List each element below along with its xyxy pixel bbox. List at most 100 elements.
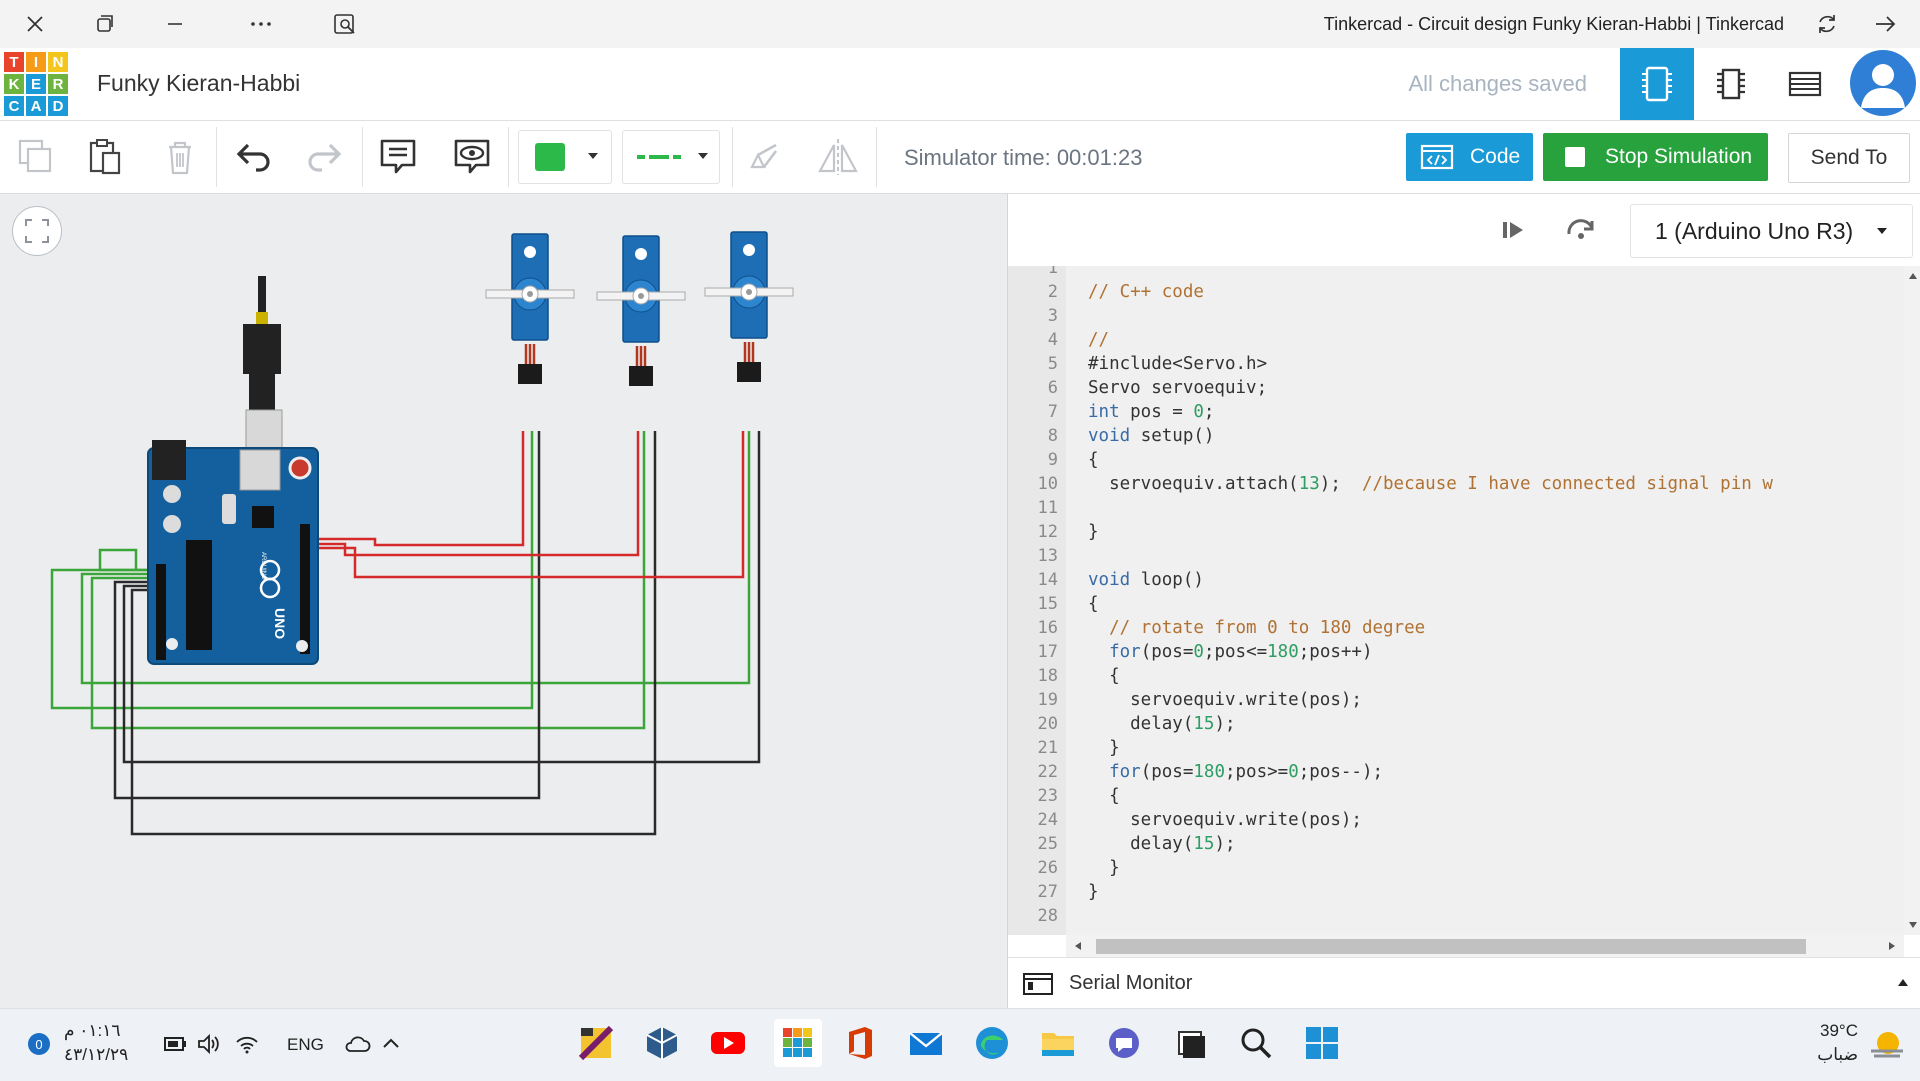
weather-condition[interactable]: ضباب [1817,1045,1858,1065]
file-explorer-icon[interactable] [1038,1023,1078,1063]
volume-icon[interactable] [196,1033,222,1060]
code-line[interactable]: { [1088,666,1120,686]
mail-icon[interactable] [906,1023,946,1063]
close-icon[interactable] [20,10,50,38]
tinkercad-taskbar-icon[interactable] [774,1019,822,1067]
chevron-up-icon[interactable] [1897,978,1909,987]
task-view-icon[interactable] [1170,1023,1210,1063]
wire-style-dropdown[interactable] [622,130,720,184]
delete-button[interactable] [158,135,202,179]
code-line[interactable]: { [1088,594,1099,614]
color-picker-dropdown[interactable] [518,130,612,184]
search-icon[interactable] [1236,1023,1276,1063]
device-select[interactable]: 1 (Arduino Uno R3) [1630,204,1913,258]
code-line[interactable]: servoequiv.write(pos); [1088,690,1362,710]
horizontal-scroll-thumb[interactable] [1096,939,1806,954]
copy-button[interactable] [14,135,58,179]
code-line[interactable]: void setup() [1088,426,1214,446]
circuit-view-button[interactable] [1620,48,1694,120]
clock-time[interactable]: ٠١:١٦ م [64,1021,121,1041]
scroll-up-icon[interactable] [1908,272,1918,280]
edge-icon[interactable] [972,1023,1012,1063]
office-icon[interactable] [840,1023,880,1063]
more-options-icon[interactable] [246,10,276,38]
code-editor[interactable]: 1 2 3 4 5 6 7 8 9 10 11 12 13 14 15 16 17 18 19 20 21 22 23 24 2… [1008,266,1904,935]
code-line[interactable]: for(pos=180;pos>=0;pos--); [1088,762,1383,782]
code-line[interactable]: } [1088,738,1120,758]
virtualbox-icon[interactable] [642,1023,682,1063]
arduino-uno-board[interactable]: UNO ARDUINO [147,440,319,665]
code-line[interactable]: int pos = 0; [1088,402,1214,422]
circuit-canvas[interactable]: UNO ARDUINO [0,194,1006,1008]
refresh-icon[interactable] [1812,10,1842,38]
line-number: 9 [1047,450,1058,470]
teams-chat-icon[interactable] [1104,1023,1144,1063]
servo-motor[interactable] [596,235,686,386]
code-button[interactable]: Code [1406,133,1533,181]
wifi-icon[interactable] [234,1033,260,1060]
rotate-button[interactable] [742,135,786,179]
code-line[interactable]: // [1088,330,1109,350]
line-number: 15 [1037,594,1058,614]
user-avatar[interactable] [1850,50,1916,116]
tinkercad-logo[interactable]: T I N K E R C A D [4,52,68,116]
horizontal-scrollbar[interactable] [1066,935,1904,957]
project-name[interactable]: Funky Kieran-Habbi [97,70,300,97]
schematic-view-button[interactable] [1694,48,1768,120]
minimize-icon[interactable] [160,10,190,38]
winrar-icon[interactable] [576,1023,616,1063]
chevron-down-icon [698,153,708,159]
redo-button[interactable] [302,135,346,179]
onedrive-icon[interactable] [343,1033,371,1060]
code-line[interactable]: } [1088,858,1120,878]
code-line[interactable]: Servo servoequiv; [1088,378,1267,398]
code-line[interactable]: servoequiv.attach(13); //because I have … [1088,474,1773,494]
code-line[interactable]: { [1088,450,1099,470]
code-line[interactable]: } [1088,882,1099,902]
forward-arrow-icon[interactable] [1870,10,1900,38]
notes-visibility-button[interactable] [450,135,494,179]
red-wires [316,431,745,579]
youtube-icon[interactable] [708,1023,748,1063]
code-line[interactable]: for(pos=0;pos<=180;pos++) [1088,642,1372,662]
stop-simulation-button[interactable]: Stop Simulation [1543,133,1768,181]
vertical-scrollbar[interactable] [1904,266,1920,935]
restore-icon[interactable] [90,10,120,38]
paste-button[interactable] [84,135,128,179]
serial-monitor-bar[interactable]: Serial Monitor [1008,957,1920,1009]
weather-temperature[interactable]: 39°C [1820,1021,1858,1041]
code-line[interactable]: // C++ code [1088,282,1204,302]
scroll-right-icon[interactable] [1888,941,1896,951]
code-line[interactable]: void loop() [1088,570,1204,590]
step-over-button[interactable] [1564,214,1598,249]
logo-letter: R [48,74,68,94]
language-indicator[interactable]: ENG [287,1035,324,1055]
clock-date[interactable]: ٤٣/١٢/٢٩ [64,1045,128,1065]
start-menu-icon[interactable] [1302,1023,1342,1063]
scroll-down-icon[interactable] [1908,921,1918,929]
code-line[interactable]: { [1088,786,1120,806]
code-text-area[interactable]: // C++ code // #include<Servo.h> Servo serv… [1066,266,1904,935]
notes-button[interactable] [376,135,420,179]
step-button[interactable] [1498,216,1528,249]
reading-view-icon[interactable] [330,10,360,38]
battery-icon[interactable] [162,1033,188,1060]
weather-icon[interactable] [1868,1027,1906,1068]
servo-motor[interactable] [704,231,794,382]
component-list-button[interactable] [1768,48,1842,120]
chevron-up-icon[interactable] [380,1033,402,1060]
send-to-button[interactable]: Send To [1788,133,1910,183]
code-line[interactable]: delay(15); [1088,834,1235,854]
flip-button[interactable] [816,135,860,179]
code-line[interactable]: #include<Servo.h> [1088,354,1267,374]
undo-button[interactable] [232,135,276,179]
code-line[interactable]: // rotate from 0 to 180 degree [1088,618,1425,638]
code-line[interactable]: delay(15); [1088,714,1235,734]
line-number: 4 [1047,330,1058,350]
scroll-left-icon[interactable] [1074,941,1082,951]
code-line[interactable]: } [1088,522,1099,542]
servo-motor[interactable] [485,233,575,384]
notification-badge[interactable]: 0 [28,1033,50,1055]
note-icon [380,139,416,174]
code-line[interactable]: servoequiv.write(pos); [1088,810,1362,830]
